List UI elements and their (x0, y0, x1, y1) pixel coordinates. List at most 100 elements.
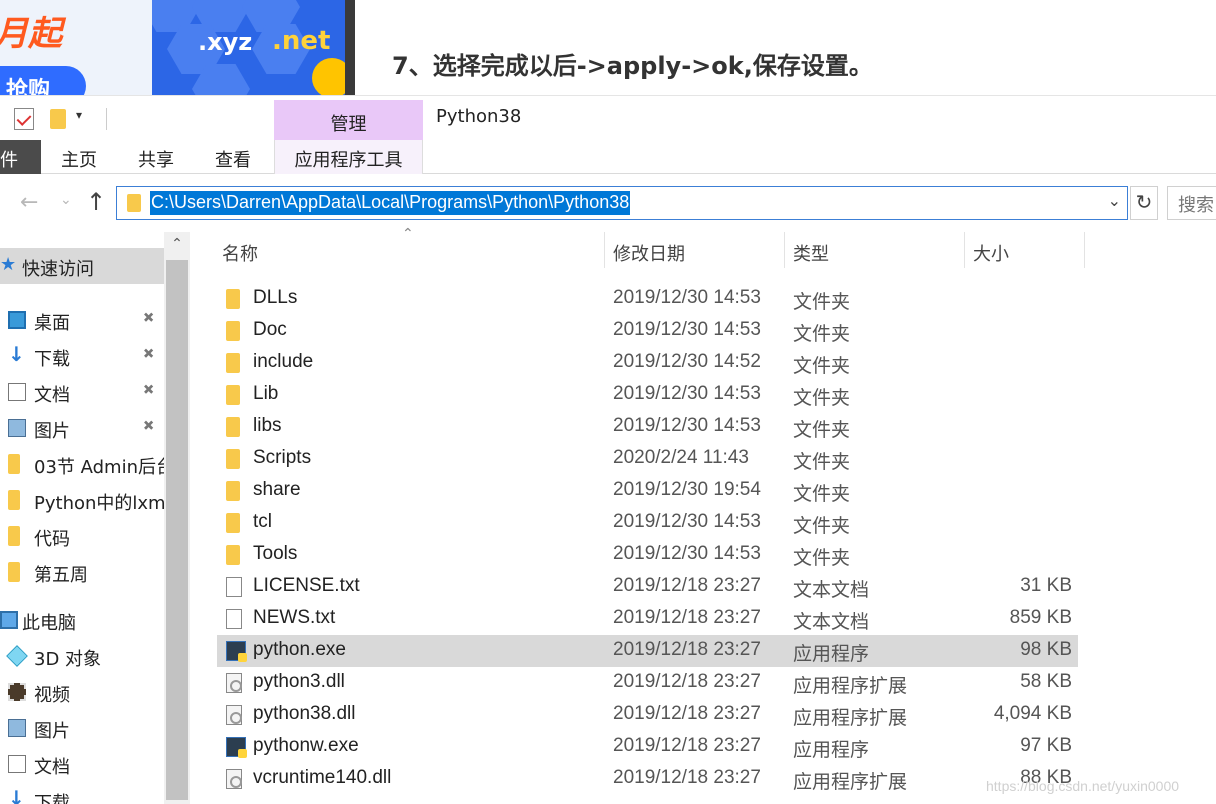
file-type: 应用程序扩展 (793, 771, 908, 793)
nav-item[interactable]: 第五周 (0, 554, 164, 590)
python-exe-icon (226, 641, 247, 662)
file-size: 4,094 KB (993, 703, 1072, 724)
file-type: 应用程序扩展 (793, 707, 908, 729)
file-row[interactable]: python38.dll 2019/12/18 23:27 应用程序扩展 4,094 … (217, 699, 1078, 731)
file-row[interactable]: vcruntime140.dll 2019/12/18 23:27 应用程序扩展 88… (217, 763, 1078, 795)
column-divider[interactable] (964, 232, 965, 268)
properties-check-icon[interactable] (14, 108, 34, 130)
file-row[interactable]: Tools 2019/12/30 14:53 文件夹 (217, 539, 1078, 571)
file-type: 文件夹 (793, 291, 851, 313)
file-type: 文本文档 (793, 611, 870, 633)
tab-file[interactable]: 件 (0, 140, 41, 174)
manage-context-tab[interactable]: 管理 (274, 100, 423, 140)
nav-item-label: 图片 (34, 421, 70, 442)
quick-access-dropdown-icon[interactable]: ▾ (76, 108, 82, 122)
column-type[interactable]: 类型 (793, 240, 829, 266)
column-header: ⌃ 名称 修改日期 类型 大小 (190, 226, 1216, 268)
new-folder-icon[interactable] (50, 109, 66, 129)
file-row[interactable]: include 2019/12/30 14:52 文件夹 (217, 347, 1078, 379)
tab-application-tools[interactable]: 应用程序工具 (274, 140, 423, 174)
file-size: 859 KB (1009, 607, 1072, 628)
nav-item[interactable]: 文档 (0, 746, 164, 782)
star-icon: ★ (0, 254, 17, 275)
file-date: 2019/12/18 23:27 (613, 703, 761, 724)
file-row[interactable]: tcl 2019/12/30 14:53 文件夹 (217, 507, 1078, 539)
file-row[interactable]: NEWS.txt 2019/12/18 23:27 文本文档 859 KB (217, 603, 1078, 635)
tab-home[interactable]: 主页 (61, 140, 97, 174)
file-row[interactable]: pythonw.exe 2019/12/18 23:27 应用程序 97 KB (217, 731, 1078, 763)
ad-banner[interactable]: 月起 抢购 .xyz .net (0, 0, 345, 95)
file-row[interactable]: python3.dll 2019/12/18 23:27 应用程序扩展 58 KB (217, 667, 1078, 699)
nav-item-label: 文档 (34, 757, 70, 778)
file-date: 2019/12/30 14:53 (613, 543, 761, 564)
file-row[interactable]: python.exe 2019/12/18 23:27 应用程序 98 KB (217, 635, 1078, 667)
address-row: ← ⌄ ↑ C:\Users\Darren\AppData\Local\Prog… (0, 174, 1216, 232)
tab-view[interactable]: 查看 (215, 140, 251, 174)
back-arrow-icon[interactable]: ← (20, 190, 38, 215)
file-row[interactable]: LICENSE.txt 2019/12/18 23:27 文本文档 31 KB (217, 571, 1078, 603)
file-row[interactable]: Lib 2019/12/30 14:53 文件夹 (217, 379, 1078, 411)
column-name[interactable]: 名称 (222, 240, 258, 266)
ad-domain-xyz: .xyz (198, 28, 253, 56)
column-date[interactable]: 修改日期 (613, 240, 685, 266)
nav-item[interactable]: 03节 Admin后台 (0, 446, 164, 482)
toolbar-separator (106, 108, 107, 130)
picture-icon (8, 419, 26, 437)
file-name: LICENSE.txt (253, 575, 360, 596)
nav-item[interactable]: 此电脑 (0, 602, 164, 638)
chevron-down-icon[interactable]: ⌄ (1108, 191, 1121, 210)
search-input[interactable]: 搜索 (1167, 186, 1216, 220)
pin-icon[interactable]: ✚ (138, 344, 158, 364)
file-name: python38.dll (253, 703, 356, 724)
nav-item[interactable]: Python中的lxml (0, 482, 164, 518)
nav-item[interactable]: 文档 ✚ (0, 374, 164, 410)
nav-item-label: 桌面 (34, 313, 70, 334)
file-name: Tools (253, 543, 298, 564)
nav-item[interactable]: ↓ 下载 (0, 782, 164, 804)
nav-item[interactable]: ↓ 下载 ✚ (0, 338, 164, 374)
nav-item[interactable]: 3D 对象 (0, 638, 164, 674)
file-row[interactable]: Scripts 2020/2/24 11:43 文件夹 (217, 443, 1078, 475)
tab-share[interactable]: 共享 (138, 140, 174, 174)
ad-domain-net: .net (272, 26, 331, 56)
file-row[interactable]: share 2019/12/30 19:54 文件夹 (217, 475, 1078, 507)
file-row[interactable]: Doc 2019/12/30 14:53 文件夹 (217, 315, 1078, 347)
up-arrow-icon[interactable]: ↑ (86, 188, 106, 216)
file-row[interactable]: libs 2019/12/30 14:53 文件夹 (217, 411, 1078, 443)
refresh-icon[interactable]: ↻ (1130, 186, 1158, 220)
file-name: pythonw.exe (253, 735, 359, 756)
address-bar[interactable]: C:\Users\Darren\AppData\Local\Programs\P… (116, 186, 1128, 220)
scroll-thumb[interactable] (166, 260, 188, 800)
nav-item[interactable]: ★ 快速访问 (0, 248, 164, 284)
column-divider[interactable] (1084, 232, 1085, 268)
recent-locations-icon[interactable]: ⌄ (60, 192, 72, 208)
sort-ascending-icon: ⌃ (402, 226, 414, 242)
file-row[interactable]: DLLs 2019/12/30 14:53 文件夹 (217, 283, 1078, 315)
nav-item-label: 视频 (34, 685, 70, 706)
nav-item[interactable]: 视频 (0, 674, 164, 710)
nav-item[interactable]: 桌面 ✚ (0, 302, 164, 338)
nav-scrollbar[interactable]: ⌃ (164, 232, 190, 804)
file-date: 2019/12/18 23:27 (613, 671, 761, 692)
watermark: https://blog.csdn.net/yuxin0000 (986, 778, 1180, 794)
ad-divider (345, 0, 355, 95)
column-size[interactable]: 大小 (973, 240, 1009, 266)
nav-item-label: 快速访问 (22, 259, 94, 280)
file-name: DLLs (253, 287, 298, 308)
nav-item[interactable]: 代码 (0, 518, 164, 554)
column-divider[interactable] (784, 232, 785, 268)
file-date: 2019/12/30 14:52 (613, 351, 761, 372)
file-type: 文件夹 (793, 515, 851, 537)
scroll-up-icon[interactable]: ⌃ (164, 232, 190, 258)
nav-item[interactable]: 图片 (0, 710, 164, 746)
document-icon (8, 383, 26, 401)
pin-icon[interactable]: ✚ (138, 380, 158, 400)
file-type: 文件夹 (793, 387, 851, 409)
pin-icon[interactable]: ✚ (138, 308, 158, 328)
ad-buy-button[interactable]: 抢购 (0, 66, 86, 95)
address-path[interactable]: C:\Users\Darren\AppData\Local\Programs\P… (150, 191, 631, 215)
pin-icon[interactable]: ✚ (138, 416, 158, 436)
nav-item[interactable]: 图片 ✚ (0, 410, 164, 446)
picture-icon (8, 719, 26, 737)
column-divider[interactable] (604, 232, 605, 268)
